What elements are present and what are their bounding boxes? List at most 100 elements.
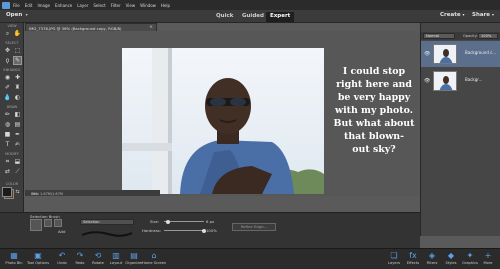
open-button[interactable]: Open ▾ [6,12,28,18]
layer-row-background[interactable]: 👁 Backgr... [421,68,500,94]
swap-colors-icon[interactable]: ⇆ [13,187,22,196]
menu-image[interactable]: Image [37,3,50,8]
lasso-tool-icon[interactable]: ϙ [3,56,12,65]
document-tab[interactable]: IMG_7378.JPG @ 36% (Background copy, RGB… [25,23,157,31]
home-icon: ⌂ [151,251,157,260]
smart-brush-tool-icon[interactable]: ✐ [3,83,12,92]
more-button[interactable]: + More [476,250,500,269]
subtract-selection-icon[interactable] [54,219,62,227]
tab-guided[interactable]: Guided [238,12,268,22]
layer-name: Background c... [465,50,497,55]
menu-edit[interactable]: Edit [25,3,33,8]
create-label: Create [440,12,461,18]
layers-icon: ❏ [390,251,398,260]
mode-label: Add [58,229,66,234]
size-slider[interactable] [164,221,204,222]
section-color: COLOR [5,182,19,186]
caption-line: be very happy [337,92,411,103]
menu-enhance[interactable]: Enhance [55,3,72,8]
close-icon[interactable]: × [149,25,153,30]
blur-tool-icon[interactable]: 💧 [3,93,12,102]
layer-thumbnail [433,71,457,91]
sponge-tool-icon[interactable]: ◐ [13,93,22,102]
doc-info: Doc: 1.67M/1.67M [31,192,63,196]
brush-tool-icon[interactable]: ✏ [3,110,12,119]
crop-tool-icon[interactable]: ⌗ [3,157,12,166]
layout-icon: ▥ [112,251,120,260]
taskbar-label: Tool Options [27,261,49,265]
recompose-tool-icon[interactable]: ⬓ [13,157,22,166]
straighten-tool-icon[interactable]: ⟋ [13,167,22,176]
taskbar-label: Photo Bin [5,261,23,265]
menu-file[interactable]: File [13,3,20,8]
more-icon: + [484,251,492,260]
blend-mode-dropdown[interactable]: Normal [423,33,455,39]
hardness-slider[interactable] [164,230,204,231]
size-label: Size: [150,219,160,224]
photo-image [122,48,324,194]
brush-preview-icon[interactable] [30,219,42,231]
share-label: Share [472,12,491,18]
menu-window[interactable]: Window [140,3,156,8]
photo-bin-button[interactable]: ▦ Photo Bin [2,250,26,269]
create-button[interactable]: Create ▾ [440,12,465,18]
caption-line: out sky? [352,144,396,155]
filters-icon: ◈ [428,251,436,260]
organizer-icon: ▤ [130,251,138,260]
eraser-tool-icon[interactable]: ◧ [13,110,22,119]
photoshop-elements-window: File Edit Image Enhance Layer Select Fil… [0,0,500,269]
shape-tool-icon[interactable]: ■ [3,130,12,139]
content-aware-move-tool-icon[interactable]: ⇄ [3,167,12,176]
tab-quick[interactable]: Quick [212,12,237,22]
pen-tool-icon[interactable]: ✍ [13,140,22,149]
home-screen-button[interactable]: ⌂ Home Screen [142,250,166,269]
paint-bucket-tool-icon[interactable]: ◍ [3,120,12,129]
add-selection-icon[interactable] [44,219,52,227]
caption-line: I could stop [342,66,406,77]
toolbox: VIEW ⌕ ✋ SELECT ✥ ⬚ ϙ ✎ ENHANCE ◉ ✚ ✐ ♜ … [0,23,24,236]
spot-healing-tool-icon[interactable]: ✚ [13,73,22,82]
foreground-color-swatch[interactable] [2,187,12,197]
pencil-tool-icon[interactable]: ✒ [13,130,22,139]
tab-expert[interactable]: Expert [266,12,295,22]
clone-stamp-tool-icon[interactable]: ♜ [13,83,22,92]
menu-help[interactable]: Help [161,3,170,8]
size-slider-handle[interactable] [166,219,170,224]
move-tool-icon[interactable]: ✥ [3,46,12,55]
redo-icon: ↷ [76,251,84,260]
eye-icon[interactable]: 👁 [424,78,430,84]
section-select: SELECT [5,41,19,45]
hand-tool-icon[interactable]: ✋ [13,29,22,38]
hardness-label: Hardness: [142,228,162,233]
caption-line: that blown- [344,131,404,142]
layers-toolbar: Normal Opacity: 100% [421,32,500,40]
menu-layer[interactable]: Layer [77,3,88,8]
rotate-icon: ⟲ [94,251,102,260]
caption-line: But what about [333,118,415,129]
chevron-down-icon: ▾ [491,12,494,17]
tutorial-caption: I could stop right here and be very happ… [330,65,418,156]
layer-row-background-copy[interactable]: 👁 Background c... [421,41,500,67]
eye-icon[interactable]: 👁 [424,51,430,57]
share-button[interactable]: Share ▾ [472,12,494,18]
opacity-label: Opacity: [463,33,478,38]
type-tool-icon[interactable]: T [3,140,12,149]
marquee-tool-icon[interactable]: ⬚ [13,46,22,55]
refine-edge-button[interactable]: Refine Edge... [232,223,276,231]
selection-brush-tool-icon[interactable]: ✎ [13,56,22,65]
menu-select[interactable]: Select [93,3,105,8]
size-value: 6 px [206,219,215,224]
layer-name: Backgr... [465,77,483,82]
brush-stroke-preview-icon [81,231,133,237]
menu-filter[interactable]: Filter [111,3,121,8]
opacity-field[interactable]: 100% [478,33,498,39]
menu-view[interactable]: View [126,3,136,8]
zoom-tool-icon[interactable]: ⌕ [3,29,12,38]
app-logo-icon [2,1,10,9]
selection-mode-dropdown[interactable]: Selection [80,219,134,225]
document-photo[interactable] [122,48,324,194]
gradient-tool-icon[interactable]: ▤ [13,120,22,129]
tool-options-button[interactable]: ▣ Tool Options [26,250,50,269]
section-view: VIEW [7,24,17,28]
eye-tool-icon[interactable]: ◉ [3,73,12,82]
